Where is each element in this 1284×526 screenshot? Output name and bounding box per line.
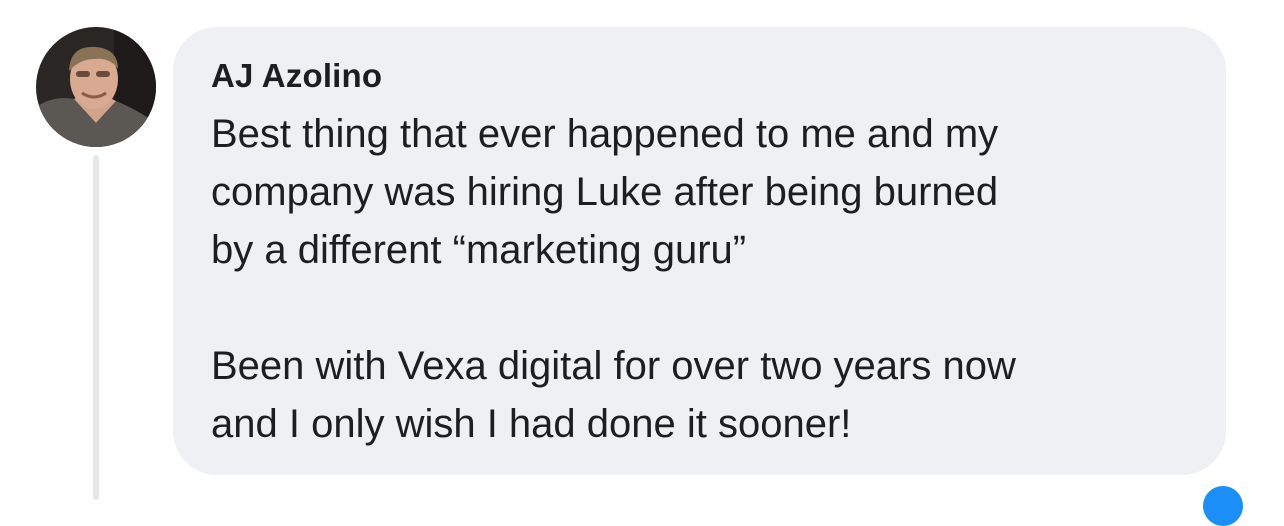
reaction-badge[interactable] xyxy=(1203,486,1243,526)
reply-thread-line xyxy=(93,155,99,500)
comment-text-paragraph: Been with Vexa digital for over two year… xyxy=(211,344,1016,446)
comment-bubble[interactable]: AJ Azolino Best thing that ever happened… xyxy=(173,27,1226,475)
comment-author-name[interactable]: AJ Azolino xyxy=(211,57,1196,95)
avatar[interactable] xyxy=(36,27,156,147)
avatar-photo xyxy=(36,27,156,147)
comment-text-paragraph: Best thing that ever happened to me and … xyxy=(211,112,999,272)
